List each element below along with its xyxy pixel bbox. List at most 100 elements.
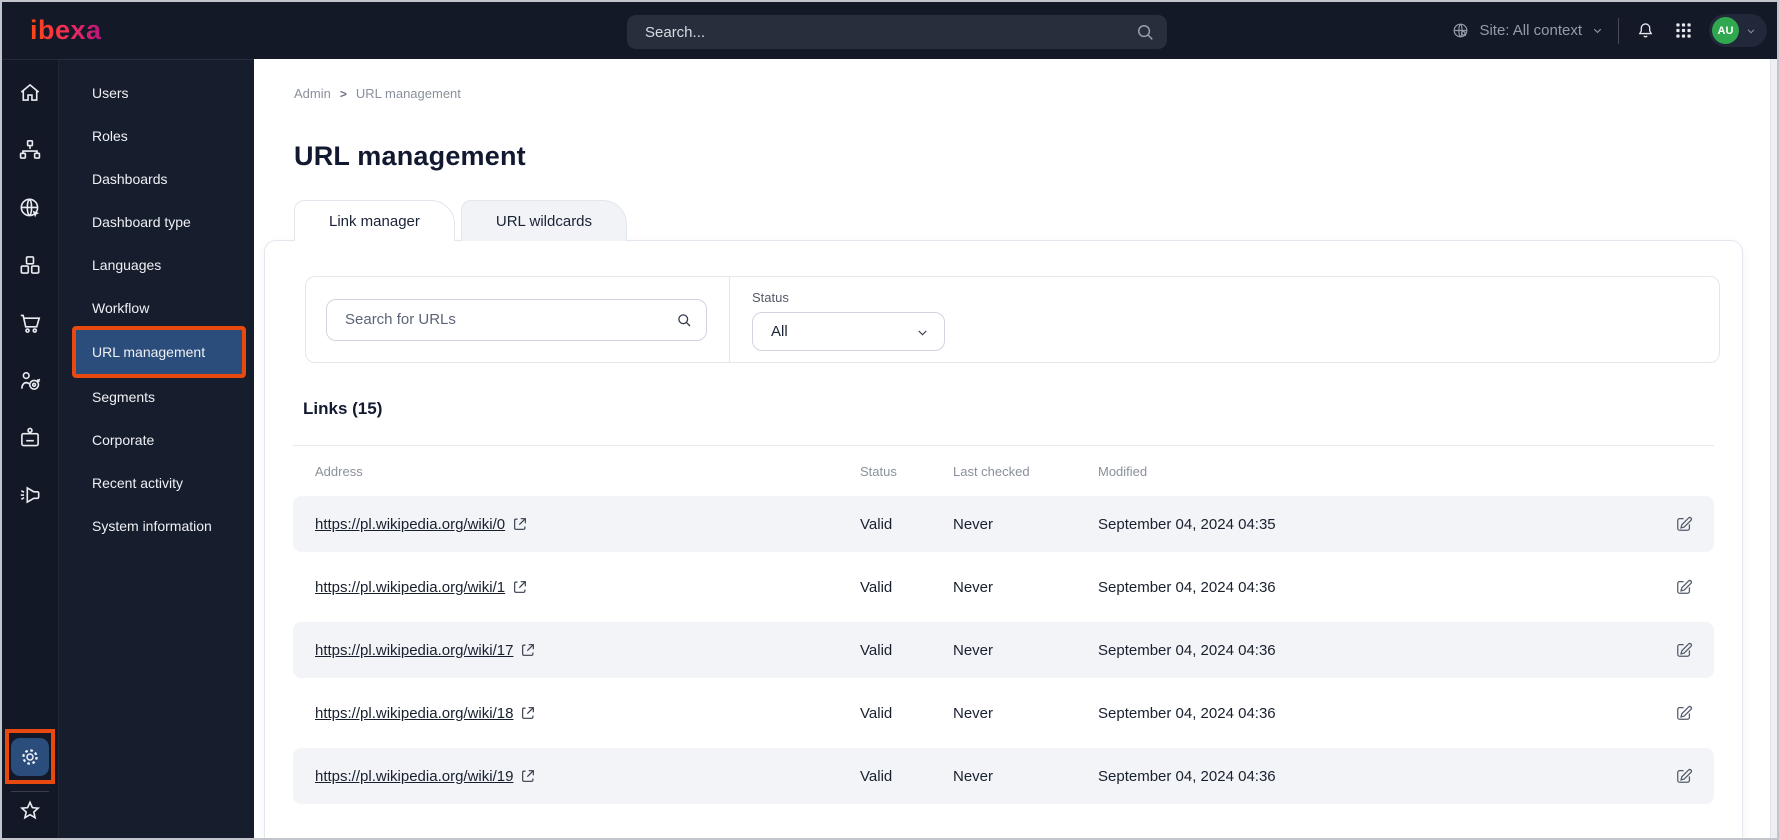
site-context-label: Site: All context: [1479, 22, 1582, 39]
search-icon[interactable]: [1134, 21, 1156, 43]
bookmarks-star-icon[interactable]: [17, 798, 43, 824]
rail-divider: [11, 791, 49, 792]
sidebar-item-users[interactable]: Users: [59, 71, 254, 114]
modified-value: September 04, 2024 04:35: [1098, 515, 1276, 533]
sidebar-item-dashboards[interactable]: Dashboards: [59, 157, 254, 200]
sidebar-item-corporate[interactable]: Corporate: [59, 418, 254, 461]
breadcrumb: Admin > URL management: [294, 86, 1743, 101]
ibexa-logo[interactable]: ibexa: [30, 17, 102, 44]
sidebar-item-workflow[interactable]: Workflow: [59, 286, 254, 329]
scrollbar[interactable]: [1770, 59, 1777, 838]
column-header-last-checked: Last checked: [953, 463, 1030, 479]
status-value: Valid: [860, 515, 893, 533]
column-header-modified: Modified: [1098, 463, 1148, 479]
sidebar-item-system-information[interactable]: System information: [59, 504, 254, 547]
page-title: URL management: [294, 141, 526, 171]
breadcrumb-admin[interactable]: Admin: [294, 86, 331, 101]
last-checked-value: Never: [953, 515, 994, 533]
settings-gear-icon[interactable]: [11, 737, 49, 776]
status-value: Valid: [860, 641, 893, 659]
external-link-icon[interactable]: [512, 516, 528, 532]
external-link-icon[interactable]: [520, 705, 536, 721]
table-header-row: Address Status Last checked Modified: [293, 446, 1714, 496]
content-tree-icon[interactable]: [17, 137, 43, 163]
app-window: ibexa Site: All context: [0, 0, 1779, 840]
links-heading: Links (15): [303, 399, 383, 418]
status-dropdown[interactable]: All: [752, 312, 945, 351]
url-link[interactable]: https://pl.wikipedia.org/wiki/19: [315, 768, 513, 785]
sidebar-item-segments[interactable]: Segments: [59, 375, 254, 418]
filter-divider: [729, 276, 730, 363]
id-badge-icon[interactable]: [17, 425, 43, 451]
external-link-icon[interactable]: [512, 579, 528, 595]
search-icon[interactable]: [675, 311, 693, 329]
edit-icon[interactable]: [1674, 703, 1694, 723]
url-link[interactable]: https://pl.wikipedia.org/wiki/1: [315, 579, 505, 596]
blocks-icon[interactable]: [17, 252, 43, 278]
link-manager-panel: Status All Links (15) Address: [264, 240, 1743, 838]
breadcrumb-current: URL management: [355, 86, 461, 101]
edit-icon[interactable]: [1674, 514, 1694, 534]
table-row: https://pl.wikipedia.org/wiki/18 Valid N…: [293, 685, 1714, 741]
site-context-selector[interactable]: Site: All context: [1451, 21, 1604, 40]
status-dropdown-value: All: [771, 323, 788, 340]
main-content: Admin > URL management URL management Li…: [254, 59, 1777, 838]
modified-value: September 04, 2024 04:36: [1098, 704, 1276, 722]
top-bar: ibexa Site: All context: [2, 2, 1777, 59]
sidebar-item-roles[interactable]: Roles: [59, 114, 254, 157]
topbar-divider: [1618, 17, 1619, 44]
status-value: Valid: [860, 578, 893, 596]
avatar: AU: [1712, 17, 1739, 44]
cart-icon[interactable]: [17, 310, 43, 336]
modified-value: September 04, 2024 04:36: [1098, 641, 1276, 659]
url-link[interactable]: https://pl.wikipedia.org/wiki/0: [315, 516, 505, 533]
megaphone-icon[interactable]: [17, 482, 43, 508]
links-table: Address Status Last checked Modified htt…: [293, 445, 1714, 804]
last-checked-value: Never: [953, 641, 994, 659]
site-globe-icon[interactable]: [17, 195, 43, 221]
table-row: https://pl.wikipedia.org/wiki/19 Valid N…: [293, 748, 1714, 804]
personalization-icon[interactable]: [17, 368, 43, 394]
edit-icon[interactable]: [1674, 640, 1694, 660]
edit-icon[interactable]: [1674, 766, 1694, 786]
sidebar-item-recent-activity[interactable]: Recent activity: [59, 461, 254, 504]
tab-url-wildcards[interactable]: URL wildcards: [460, 200, 628, 241]
sidebar-menu: Users Roles Dashboards Dashboard type La…: [59, 59, 254, 838]
global-search-input[interactable]: [627, 15, 1167, 49]
external-link-icon[interactable]: [520, 768, 536, 784]
status-value: Valid: [860, 767, 893, 785]
external-link-icon[interactable]: [520, 642, 536, 658]
sidebar-item-url-management[interactable]: URL management: [72, 326, 246, 378]
site-context-globe-icon: [1451, 21, 1470, 40]
column-header-address: Address: [315, 463, 363, 479]
url-link[interactable]: https://pl.wikipedia.org/wiki/18: [315, 705, 513, 722]
topbar-right-cluster: Site: All context AU: [1451, 2, 1767, 59]
chevron-down-icon: [1591, 24, 1604, 37]
status-label: Status: [752, 290, 789, 305]
url-search-input[interactable]: [326, 298, 707, 341]
app-body: Users Roles Dashboards Dashboard type La…: [2, 59, 1777, 838]
table-row: https://pl.wikipedia.org/wiki/1 Valid Ne…: [293, 559, 1714, 615]
status-value: Valid: [860, 704, 893, 722]
chevron-down-icon: [915, 325, 930, 340]
user-menu[interactable]: AU: [1709, 14, 1767, 47]
sidebar-item-dashboard-type[interactable]: Dashboard type: [59, 200, 254, 243]
url-link[interactable]: https://pl.wikipedia.org/wiki/17: [315, 642, 513, 659]
table-row: https://pl.wikipedia.org/wiki/17 Valid N…: [293, 622, 1714, 678]
tab-link-manager[interactable]: Link manager: [294, 200, 455, 241]
edit-icon[interactable]: [1674, 577, 1694, 597]
tab-bar: Link manager URL wildcards: [294, 200, 1743, 241]
home-icon[interactable]: [17, 80, 43, 106]
apps-grid-icon[interactable]: [1671, 19, 1695, 43]
modified-value: September 04, 2024 04:36: [1098, 578, 1276, 596]
last-checked-value: Never: [953, 767, 994, 785]
breadcrumb-separator: >: [339, 86, 347, 101]
column-header-status: Status: [860, 463, 897, 479]
last-checked-value: Never: [953, 704, 994, 722]
notifications-bell-icon[interactable]: [1633, 19, 1657, 43]
sidebar-item-languages[interactable]: Languages: [59, 243, 254, 286]
icon-rail: [2, 59, 59, 838]
table-row: https://pl.wikipedia.org/wiki/0 Valid Ne…: [293, 496, 1714, 552]
annotation-highlight-gear: [5, 729, 55, 784]
filter-card: Status All: [305, 276, 1720, 363]
